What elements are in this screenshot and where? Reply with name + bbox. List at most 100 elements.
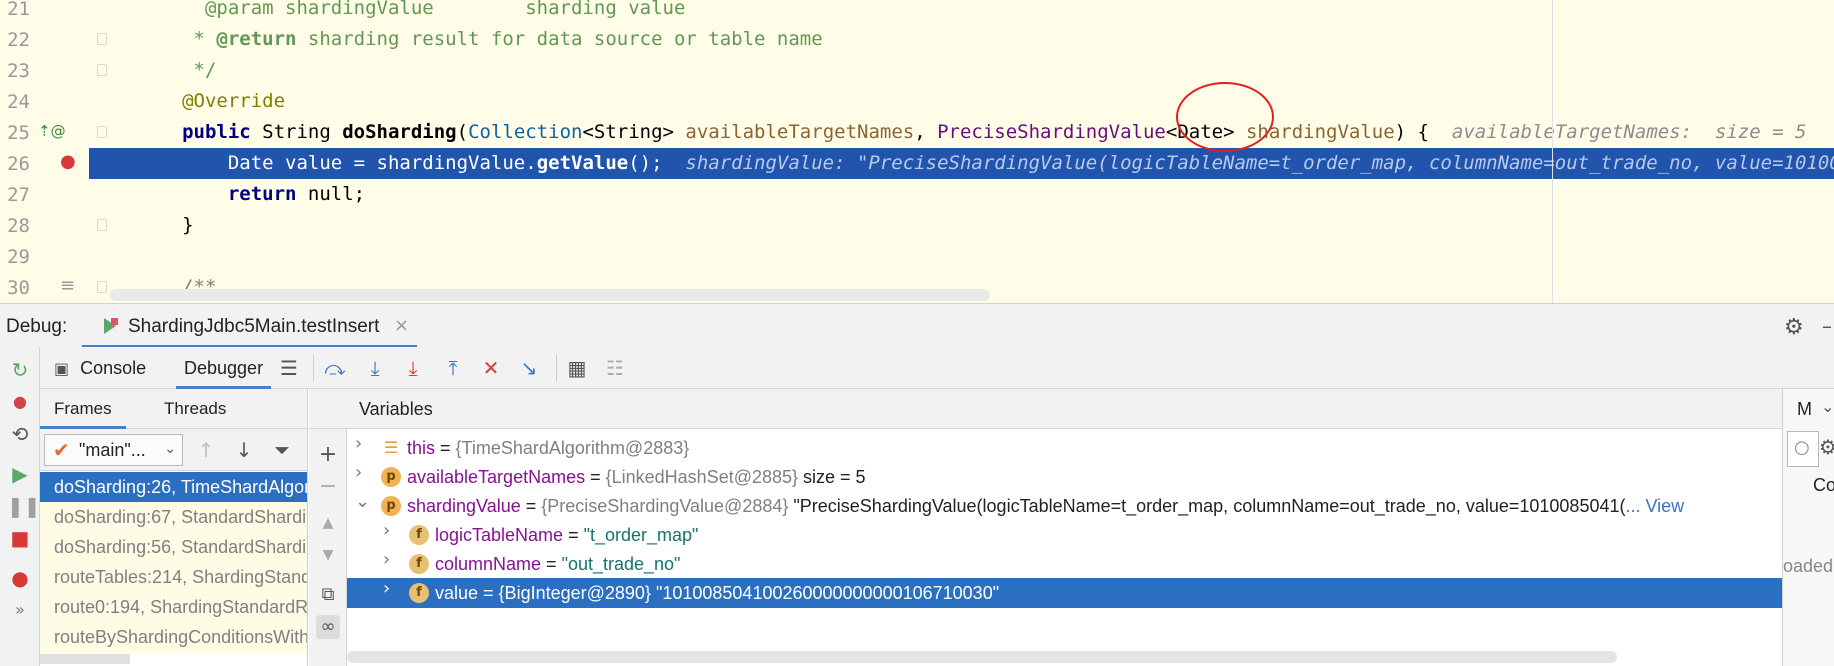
tab-frames[interactable]: Frames — [40, 389, 126, 429]
force-step-into-icon[interactable]: ⤓ — [400, 355, 426, 381]
annotation-circle — [1176, 82, 1274, 152]
variable-type: {PreciseShardingValue@2884} — [541, 496, 789, 516]
tab-threads[interactable]: Threads — [150, 389, 240, 429]
thread-selector[interactable]: ✔ "main"... ⌄ — [44, 434, 183, 466]
variable-equals: = — [541, 554, 562, 574]
code-line[interactable]: public String doSharding(Collection<Stri… — [102, 117, 1834, 148]
rerun-icon[interactable]: ↻ — [7, 357, 33, 383]
frame-item[interactable]: routeTables:214, ShardingStandardRouting… — [40, 562, 307, 593]
code-line[interactable]: } — [102, 210, 1834, 241]
code-line[interactable] — [102, 241, 1834, 272]
override-marker-icon[interactable]: ⇡@ — [38, 122, 66, 140]
view-link[interactable]: ... View — [1625, 496, 1684, 516]
variable-row[interactable]: › f value = {BigInteger@2890} "10100850410… — [347, 578, 1782, 608]
gear-icon[interactable]: ⚙ — [1784, 315, 1804, 340]
run-to-cursor-icon[interactable]: ↘ — [516, 355, 542, 381]
drop-frame-icon[interactable]: ✕ — [478, 355, 504, 381]
tab-debugger[interactable]: Debugger — [176, 347, 272, 389]
variable-row[interactable]: › f logicTableName = "t_order_map" — [347, 520, 1782, 550]
inline-debug-value: availableTargetNames: size = 5 — [1451, 121, 1807, 143]
frame-item[interactable]: doSharding:26, TimeShardAlgorithm — [40, 472, 307, 503]
arrow-up-icon[interactable]: ↑ — [194, 437, 218, 463]
chevron-down-icon[interactable]: ⌄ — [355, 491, 370, 512]
evaluate-expression-icon[interactable]: ▦ — [564, 355, 590, 381]
field-icon: f — [409, 525, 429, 545]
tab-memory[interactable]: M — [1797, 399, 1812, 420]
chevron-right-icon[interactable]: › — [355, 462, 362, 483]
doc-render-icon[interactable]: ≡ — [60, 275, 75, 296]
gutter-line[interactable]: 26 ● — [0, 148, 102, 179]
minimize-icon[interactable]: – — [1822, 314, 1832, 338]
code-editor[interactable]: 21 22 23 24 25 ⇡@ 26 ● 27 28 29 30 ≡ @param sharding… — [0, 0, 1834, 303]
copy-icon[interactable]: ⧉ — [316, 583, 340, 607]
trace-icon[interactable]: ☷ — [602, 355, 628, 381]
variable-row[interactable]: › f columnName = "out_trade_no" — [347, 549, 1782, 579]
variable-equals: = — [478, 583, 499, 603]
gear-icon[interactable]: ⚙ — [1819, 435, 1834, 459]
chevron-down-icon[interactable]: ⌄ — [1821, 397, 1834, 416]
code-line[interactable]: */ — [102, 55, 1834, 86]
frame-item[interactable]: route0:194, ShardingStandardRoutingEngin… — [40, 592, 307, 623]
add-icon[interactable]: + — [316, 443, 340, 467]
remove-icon[interactable]: − — [316, 475, 340, 499]
variable-row[interactable]: › p availableTargetNames = {LinkedHashSet@… — [347, 462, 1782, 492]
gutter-line[interactable]: 24 — [0, 86, 102, 117]
breakpoint-icon[interactable]: ● — [60, 151, 76, 172]
gutter-line[interactable]: 30 ≡ — [0, 272, 107, 303]
gutter-line[interactable]: 25 ⇡@ — [0, 117, 107, 148]
code-token: <String> — [582, 121, 686, 143]
step-out-icon[interactable]: ⤒ — [440, 355, 466, 381]
gutter-line[interactable]: 28 — [0, 210, 107, 241]
gutter-line[interactable]: 23 — [0, 55, 107, 86]
frame-item[interactable]: doSharding:56, StandardShardingStrategy — [40, 532, 307, 563]
frames-horizontal-scrollbar[interactable] — [40, 654, 130, 664]
variable-name: value — [435, 583, 479, 603]
variables-horizontal-scrollbar[interactable] — [347, 651, 1617, 663]
move-up-icon[interactable]: ▲ — [316, 511, 340, 535]
gutter-line[interactable]: 22 — [0, 24, 107, 55]
watches-glasses-icon[interactable]: ∞ — [316, 615, 340, 639]
restore-layout-icon[interactable]: ⟲ — [7, 421, 33, 447]
editor-horizontal-scrollbar[interactable] — [110, 289, 990, 301]
resume-icon[interactable]: ▶ — [7, 461, 33, 487]
chevron-right-icon[interactable]: › — [383, 578, 390, 599]
right-margin-guide — [1552, 0, 1553, 303]
chevron-right-icon[interactable]: › — [383, 520, 390, 541]
step-over-icon[interactable]: ⤓ — [362, 355, 388, 381]
filter-icon[interactable]: ⏷ — [270, 437, 294, 463]
code-token: public — [102, 121, 263, 143]
frame-item[interactable]: routeByShardingConditionsWithCondition — [40, 622, 307, 653]
show-execution-point-icon[interactable]: ⤼ — [322, 355, 348, 381]
tab-console[interactable]: ▣ Console — [54, 347, 146, 389]
code-area[interactable]: @param shardingValue sharding value * @r… — [102, 0, 1834, 303]
gutter-line[interactable]: 29 — [0, 241, 102, 272]
search-input[interactable]: ○ — [1787, 431, 1819, 467]
code-line[interactable]: * @return sharding result for data sourc… — [102, 24, 1834, 55]
gutter-line[interactable]: 27 — [0, 179, 102, 210]
chevron-right-icon[interactable]: › — [355, 433, 362, 454]
pause-icon[interactable]: ❚❚ — [7, 493, 41, 519]
frame-item[interactable]: doSharding:67, StandardShardingStrategy — [40, 502, 307, 533]
menu-icon[interactable]: ☰ — [276, 355, 302, 381]
close-icon[interactable]: × — [394, 315, 409, 336]
code-line[interactable]: return null; — [102, 179, 1834, 210]
stop-icon[interactable]: ■ — [7, 525, 33, 551]
toolbar-separator — [556, 355, 557, 381]
variable-row[interactable]: › ☰ this = {TimeShardAlgorithm@2883} — [347, 433, 1782, 463]
arrow-down-icon[interactable]: ↓ — [232, 437, 256, 463]
variable-row[interactable]: ⌄ p shardingValue = {PreciseShardingValue@… — [347, 491, 1782, 521]
code-line[interactable]: Date value = shardingValue.getValue(); s… — [102, 148, 1834, 179]
more-icon[interactable]: » — [7, 597, 33, 623]
code-token: (); — [628, 152, 686, 174]
debug-session-tab[interactable]: ShardingJdbc5Main.testInsert × — [82, 304, 417, 348]
gutter-line[interactable]: 21 — [0, 0, 102, 24]
view-breakpoints-icon[interactable]: ● — [7, 565, 33, 591]
move-down-icon[interactable]: ▼ — [316, 543, 340, 567]
breakpoint-rerun-icon[interactable]: ● — [7, 389, 33, 415]
code-line[interactable]: @Override — [102, 86, 1834, 117]
field-icon: f — [409, 583, 429, 603]
variables-header: Variables — [309, 389, 1782, 429]
variable-name: columnName — [435, 554, 542, 574]
code-line[interactable]: @param shardingValue sharding value — [102, 0, 1834, 24]
chevron-right-icon[interactable]: › — [383, 549, 390, 570]
